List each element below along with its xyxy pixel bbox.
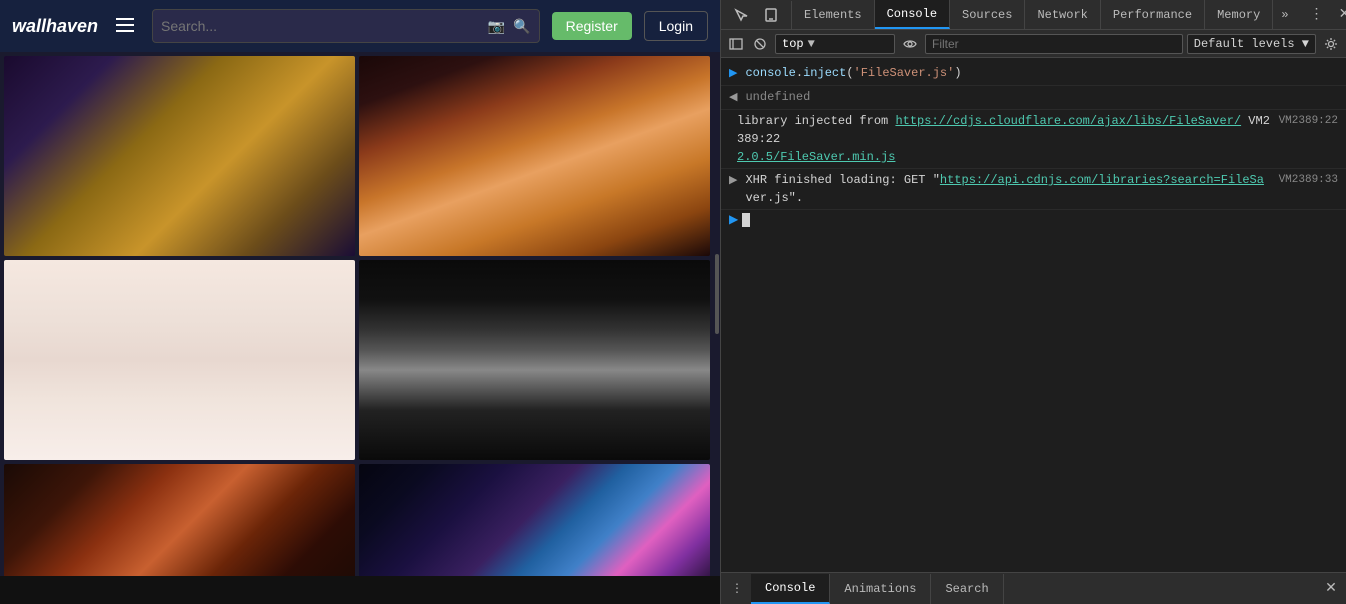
- line-content: XHR finished loading: GET "https://api.c…: [745, 171, 1270, 207]
- gallery-item[interactable]: [359, 464, 710, 576]
- search-input[interactable]: [161, 18, 480, 34]
- devtools-panel: Elements Console Sources Network Perform…: [720, 0, 1346, 604]
- console-output: ▶ console.inject('FileSaver.js') ◀ undef…: [721, 58, 1346, 572]
- expand-arrow[interactable]: ▶: [729, 171, 737, 190]
- wallhaven-logo: wallhaven: [12, 16, 98, 37]
- devtools-topbar-actions: ⋮ ✕: [1297, 1, 1346, 29]
- console-line: ▶ XHR finished loading: GET "https://api…: [721, 169, 1346, 210]
- levels-selector[interactable]: Default levels ▼: [1187, 34, 1316, 54]
- devtools-bottombar: ⋮ Console Animations Search ✕: [721, 572, 1346, 604]
- input-cursor: [742, 213, 750, 227]
- chevron-down-icon: ▼: [808, 37, 815, 51]
- scrollbar-thumb[interactable]: [715, 254, 719, 334]
- register-button[interactable]: Register: [552, 12, 632, 40]
- tab-sources[interactable]: Sources: [950, 0, 1025, 29]
- input-prompt: ▶: [729, 212, 738, 227]
- gallery-item[interactable]: [4, 260, 355, 460]
- search-bar[interactable]: 📷 🔍: [152, 9, 540, 43]
- wallhaven-panel: wallhaven 📷 🔍 Register Login: [0, 0, 720, 604]
- login-button[interactable]: Login: [644, 11, 708, 41]
- search-icon[interactable]: 🔍: [513, 18, 530, 35]
- more-options-icon[interactable]: ⋮: [1303, 1, 1331, 29]
- console-line: library injected from https://cdjs.cloud…: [721, 110, 1346, 169]
- console-input-line[interactable]: ▶: [721, 210, 1346, 229]
- console-line: ◀ undefined: [721, 86, 1346, 110]
- more-tabs-button[interactable]: »: [1273, 8, 1296, 22]
- gallery-item[interactable]: [359, 260, 710, 460]
- camera-icon[interactable]: 📷: [488, 18, 505, 35]
- tab-memory[interactable]: Memory: [1205, 0, 1273, 29]
- toolbar-icons: [725, 33, 771, 55]
- tab-performance[interactable]: Performance: [1101, 0, 1205, 29]
- devtools-tabs: Elements Console Sources Network Perform…: [792, 0, 1297, 29]
- clear-console-icon[interactable]: [749, 33, 771, 55]
- tab-console[interactable]: Console: [875, 0, 950, 29]
- filter-input[interactable]: [925, 34, 1183, 54]
- devtools-tabbar: Elements Console Sources Network Perform…: [721, 0, 1346, 30]
- line-source: VM2389:33: [1279, 171, 1338, 189]
- line-source: VM2389:22: [1279, 112, 1338, 130]
- wallhaven-bottom-bar: [0, 576, 720, 604]
- line-content: undefined: [745, 88, 1338, 106]
- line-content: console.inject('FileSaver.js'): [745, 64, 1338, 82]
- bottom-tabs: Console Animations Search: [751, 574, 1318, 604]
- close-devtools-button[interactable]: ✕: [1335, 5, 1346, 25]
- inspect-icon[interactable]: [727, 1, 755, 29]
- devtools-panel-icons: [721, 1, 792, 29]
- gallery-item[interactable]: [359, 56, 710, 256]
- bottom-tab-console[interactable]: Console: [751, 574, 830, 604]
- console-line: ▶ console.inject('FileSaver.js'): [721, 62, 1346, 86]
- context-selector[interactable]: top ▼: [775, 34, 895, 54]
- device-icon[interactable]: [757, 1, 785, 29]
- sidebar-toggle-icon[interactable]: [725, 33, 747, 55]
- line-content: library injected from https://cdjs.cloud…: [737, 112, 1271, 166]
- line-marker: ◀: [729, 88, 737, 107]
- bottom-menu-icon[interactable]: ⋮: [725, 577, 749, 601]
- tab-network[interactable]: Network: [1025, 0, 1100, 29]
- eye-icon[interactable]: [899, 33, 921, 55]
- search-icons: 📷 🔍: [488, 18, 531, 35]
- close-bottom-panel-button[interactable]: ✕: [1320, 578, 1342, 600]
- menu-button[interactable]: [110, 12, 140, 41]
- devtools-toolbar: top ▼ Default levels ▼: [721, 30, 1346, 58]
- gallery: [0, 52, 714, 576]
- tab-elements[interactable]: Elements: [792, 0, 875, 29]
- gallery-item[interactable]: [4, 56, 355, 256]
- gallery-item[interactable]: [4, 464, 355, 576]
- wallhaven-header: wallhaven 📷 🔍 Register Login: [0, 0, 720, 52]
- line-marker: ▶: [729, 64, 737, 83]
- settings-icon[interactable]: [1320, 33, 1342, 55]
- gallery-grid: [0, 52, 714, 576]
- bottom-tab-animations[interactable]: Animations: [830, 574, 931, 604]
- bottom-tab-search[interactable]: Search: [931, 574, 1003, 604]
